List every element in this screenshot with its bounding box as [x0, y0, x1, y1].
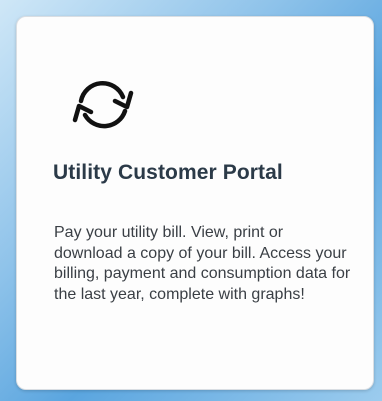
card-description: Pay your utility bill. View, print or do…: [54, 224, 351, 303]
utility-customer-portal-card[interactable]: Utility Customer Portal Pay your utility…: [16, 16, 374, 390]
refresh-sync-icon: [65, 75, 143, 137]
card-title: Utility Customer Portal: [53, 161, 283, 184]
